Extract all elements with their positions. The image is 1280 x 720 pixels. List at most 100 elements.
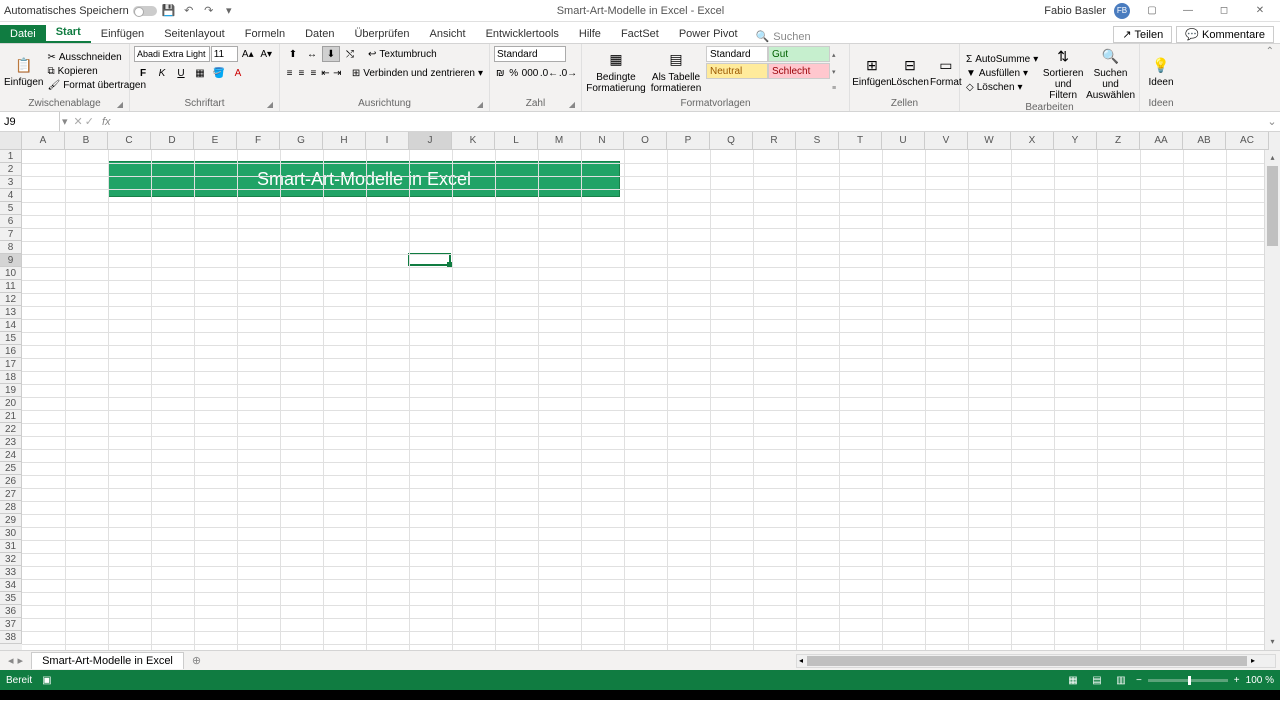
row-header[interactable]: 13 <box>0 306 22 319</box>
style-more-icon[interactable]: ≡ <box>832 85 844 92</box>
row-header[interactable]: 29 <box>0 514 22 527</box>
italic-button[interactable]: K <box>153 65 171 81</box>
col-header[interactable]: S <box>796 132 839 150</box>
col-header[interactable]: Q <box>710 132 753 150</box>
tab-ansicht[interactable]: Ansicht <box>419 25 475 43</box>
row-header[interactable]: 14 <box>0 319 22 332</box>
sheet-nav-prev-icon[interactable]: ◂ <box>8 654 14 667</box>
scroll-left-icon[interactable]: ◂ <box>797 656 805 665</box>
font-size-select[interactable]: 11 <box>211 46 238 62</box>
row-header[interactable]: 28 <box>0 501 22 514</box>
share-button[interactable]: ↗ Teilen <box>1113 26 1172 43</box>
row-header[interactable]: 20 <box>0 397 22 410</box>
save-icon[interactable]: 💾 <box>161 3 177 19</box>
dialog-launcher-icon[interactable]: ◢ <box>117 100 123 109</box>
font-name-select[interactable]: Abadi Extra Light <box>134 46 210 62</box>
border-button[interactable]: ▦ <box>191 65 209 81</box>
dialog-launcher-icon[interactable]: ◢ <box>267 100 273 109</box>
zoom-in-icon[interactable]: + <box>1234 675 1240 686</box>
row-header[interactable]: 30 <box>0 527 22 540</box>
row-header[interactable]: 1 <box>0 150 22 163</box>
row-header[interactable]: 33 <box>0 566 22 579</box>
zoom-level[interactable]: 100 % <box>1246 675 1274 686</box>
row-header[interactable]: 22 <box>0 423 22 436</box>
scroll-right-icon[interactable]: ▸ <box>1249 656 1257 665</box>
col-header[interactable]: AA <box>1140 132 1183 150</box>
fx-icon[interactable]: fx <box>98 116 115 128</box>
row-header[interactable]: 8 <box>0 241 22 254</box>
row-header[interactable]: 2 <box>0 163 22 176</box>
row-header[interactable]: 27 <box>0 488 22 501</box>
increase-indent-icon[interactable]: ⇥ <box>332 65 343 81</box>
row-header[interactable]: 35 <box>0 592 22 605</box>
scroll-down-icon[interactable]: ▾ <box>1265 634 1280 650</box>
tab-daten[interactable]: Daten <box>295 25 344 43</box>
row-header[interactable]: 9 <box>0 254 22 267</box>
underline-button[interactable]: U <box>172 65 190 81</box>
name-box[interactable]: J9 <box>0 112 60 131</box>
row-header[interactable]: 37 <box>0 618 22 631</box>
page-layout-view-icon[interactable]: ▤ <box>1088 673 1106 687</box>
row-header[interactable]: 21 <box>0 410 22 423</box>
tab-factset[interactable]: FactSet <box>611 25 669 43</box>
tab-entwicklertools[interactable]: Entwicklertools <box>476 25 569 43</box>
col-header[interactable]: N <box>581 132 624 150</box>
decrease-decimal-icon[interactable]: .0→ <box>559 65 577 81</box>
row-header[interactable]: 15 <box>0 332 22 345</box>
autosave-toggle[interactable]: Automatisches Speichern <box>4 5 157 17</box>
undo-icon[interactable]: ↶ <box>181 3 197 19</box>
tab-start[interactable]: Start <box>46 23 91 43</box>
font-color-button[interactable]: A <box>229 65 247 81</box>
vertical-scrollbar[interactable]: ▴ ▾ <box>1264 150 1280 650</box>
row-header[interactable]: 3 <box>0 176 22 189</box>
format-as-table-button[interactable]: ▤ Als Tabelle formatieren <box>648 46 704 97</box>
col-header[interactable]: X <box>1011 132 1054 150</box>
row-header[interactable]: 32 <box>0 553 22 566</box>
maximize-button[interactable]: ◻ <box>1210 2 1238 20</box>
number-format-select[interactable]: Standard <box>494 46 566 62</box>
collapse-ribbon-icon[interactable]: ⌃ <box>1260 44 1280 111</box>
delete-cells-button[interactable]: ⊟Löschen <box>892 46 928 97</box>
align-left-icon[interactable]: ≡ <box>284 65 295 81</box>
tab-power pivot[interactable]: Power Pivot <box>669 25 748 43</box>
col-header[interactable]: M <box>538 132 581 150</box>
macro-record-icon[interactable]: ▣ <box>42 675 51 686</box>
row-header[interactable]: 31 <box>0 540 22 553</box>
zoom-out-icon[interactable]: − <box>1136 675 1142 686</box>
increase-font-icon[interactable]: A▴ <box>239 46 256 62</box>
tab-seitenlayout[interactable]: Seitenlayout <box>154 25 235 43</box>
col-header[interactable]: U <box>882 132 925 150</box>
ideas-button[interactable]: 💡Ideen <box>1144 46 1178 97</box>
row-header[interactable]: 6 <box>0 215 22 228</box>
comments-button[interactable]: 💬 Kommentare <box>1176 26 1274 43</box>
paste-button[interactable]: 📋 Einfügen <box>4 46 43 97</box>
percent-icon[interactable]: % <box>508 65 521 81</box>
col-header[interactable]: O <box>624 132 667 150</box>
col-header[interactable]: V <box>925 132 968 150</box>
sheet-nav-next-icon[interactable]: ▸ <box>18 654 24 667</box>
ribbon-display-icon[interactable]: ▢ <box>1138 2 1166 20</box>
col-header[interactable]: D <box>151 132 194 150</box>
style-up-icon[interactable]: ▴ <box>832 51 844 59</box>
row-header[interactable]: 25 <box>0 462 22 475</box>
add-sheet-button[interactable]: ⊕ <box>184 654 209 667</box>
expand-formula-bar-icon[interactable]: ⌄ <box>1264 115 1280 128</box>
align-top-icon[interactable]: ⬆ <box>284 46 302 62</box>
row-header[interactable]: 10 <box>0 267 22 280</box>
currency-icon[interactable]: ₪ <box>494 65 507 81</box>
user-avatar[interactable]: FB <box>1114 3 1130 19</box>
row-header[interactable]: 5 <box>0 202 22 215</box>
redo-icon[interactable]: ↷ <box>201 3 217 19</box>
page-break-view-icon[interactable]: ▥ <box>1112 673 1130 687</box>
style-gut[interactable]: Gut <box>768 46 830 62</box>
horizontal-scrollbar[interactable]: ◂ ▸ <box>796 654 1276 668</box>
col-header[interactable]: A <box>22 132 65 150</box>
row-header[interactable]: 36 <box>0 605 22 618</box>
enter-formula-icon[interactable]: ✓ <box>85 115 94 128</box>
row-header[interactable]: 23 <box>0 436 22 449</box>
increase-decimal-icon[interactable]: .0← <box>540 65 558 81</box>
col-header[interactable]: AC <box>1226 132 1269 150</box>
align-center-icon[interactable]: ≡ <box>296 65 307 81</box>
style-schlecht[interactable]: Schlecht <box>768 63 830 79</box>
col-header[interactable]: Y <box>1054 132 1097 150</box>
